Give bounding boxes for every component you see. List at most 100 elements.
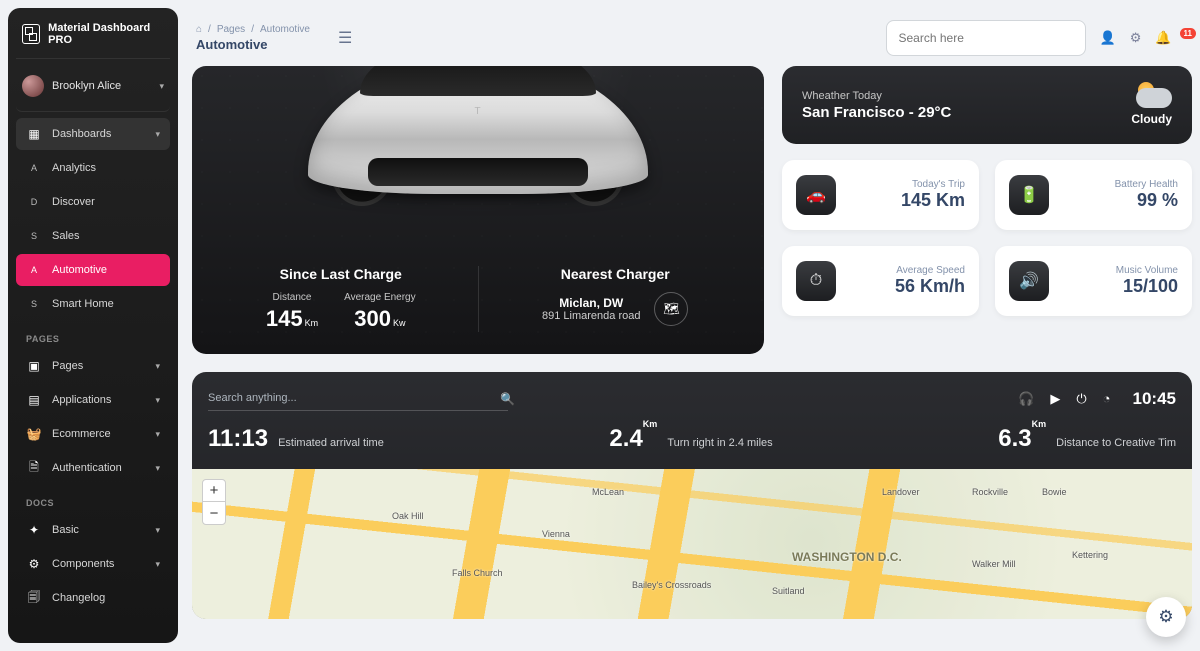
- dist-unit: Km: [1032, 419, 1047, 429]
- topbar: ⌂ / Pages / Automotive Automotive ☰ 👤 ⚙ …: [192, 8, 1192, 62]
- stat-label: Music Volume: [1116, 265, 1178, 276]
- sidebar-item-label: Sales: [52, 230, 160, 242]
- sidebar-item-changelog[interactable]: 🗐 Changelog: [16, 582, 170, 614]
- map-label: Landover: [882, 487, 920, 497]
- navigation-card: 🔍 🎧 ▶ ⏻ ◔ 10:45 11:13 Estimated arrival …: [192, 372, 1192, 619]
- weather-value: San Francisco - 29°C: [802, 104, 951, 121]
- map-label-dc: WASHINGTON D.C.: [792, 550, 902, 564]
- sidebar-item-components[interactable]: ⚙ Components ▾: [16, 548, 170, 580]
- sidebar-item-applications[interactable]: ▤ Applications ▾: [16, 384, 170, 416]
- map-label: Oak Hill: [392, 511, 424, 521]
- home-icon[interactable]: ⌂: [196, 24, 202, 35]
- map-label: McLean: [592, 487, 624, 497]
- sidebar-item-basic[interactable]: ✦ Basic ▾: [16, 514, 170, 546]
- sidebar-item-label: Analytics: [52, 162, 160, 174]
- vehicle-card: T Since Last Charge Distance 145Km Avera…: [192, 66, 764, 354]
- sidebar-item-smart-home[interactable]: S Smart Home: [16, 288, 170, 320]
- map-label: Kettering: [1072, 550, 1108, 560]
- sidebar-item-dashboards[interactable]: ▦ Dashboards ▾: [16, 118, 170, 150]
- right-column: Wheather Today San Francisco - 29°C Clou…: [782, 66, 1192, 354]
- stat-battery: 🔋 Battery Health 99 %: [995, 160, 1192, 230]
- stat-label: Average Speed: [895, 265, 965, 276]
- map[interactable]: + − WASHINGTON D.C. Rockville Oak Hill M…: [192, 469, 1192, 619]
- zoom-out-button[interactable]: −: [203, 502, 225, 524]
- sidebar-item-discover[interactable]: D Discover: [16, 186, 170, 218]
- weather-desc: Cloudy: [1131, 112, 1172, 126]
- sidebar: Material Dashboard PRO Brooklyn Alice ▾ …: [8, 8, 178, 643]
- sidebar-item-automotive[interactable]: A Automotive: [16, 254, 170, 286]
- notifications-icon[interactable]: 🔔11: [1155, 30, 1188, 46]
- image-icon: ▣: [26, 358, 42, 374]
- distance-label: Distance: [266, 292, 318, 303]
- stat-value: 15/100: [1116, 276, 1178, 297]
- chevron-down-icon: ▾: [155, 525, 160, 536]
- search-input[interactable]: [886, 20, 1086, 56]
- energy-unit: Kw: [393, 318, 406, 328]
- chevron-down-icon: ▾: [155, 559, 160, 570]
- search-icon[interactable]: 🔍: [500, 392, 515, 406]
- stat-value: 56 Km/h: [895, 276, 965, 297]
- eta-label: Estimated arrival time: [278, 437, 384, 449]
- weather-label: Wheather Today: [802, 90, 951, 102]
- map-pin-button[interactable]: 🗺: [654, 292, 688, 326]
- weather-icon: [1128, 84, 1172, 110]
- map-label: Vienna: [542, 529, 570, 539]
- weather-card: Wheather Today San Francisco - 29°C Clou…: [782, 66, 1192, 144]
- turn-unit: Km: [643, 419, 658, 429]
- sidebar-item-pages[interactable]: ▣ Pages ▾: [16, 350, 170, 382]
- grid-icon: ▤: [26, 392, 42, 408]
- sidebar-item-label: Smart Home: [52, 298, 160, 310]
- gear-icon: ⚙: [1158, 607, 1173, 627]
- user-name: Brooklyn Alice: [52, 80, 151, 92]
- volume-icon: 🔊: [1009, 261, 1049, 301]
- sidebar-item-authentication[interactable]: 🗎 Authentication ▾: [16, 452, 170, 484]
- brand-row[interactable]: Material Dashboard PRO: [16, 22, 170, 59]
- sidebar-item-label: Discover: [52, 196, 160, 208]
- sidebar-item-sales[interactable]: S Sales: [16, 220, 170, 252]
- map-label: Rockville: [972, 487, 1008, 497]
- turn-value: 2.4: [609, 425, 642, 452]
- user-menu[interactable]: Brooklyn Alice ▾: [16, 69, 170, 112]
- since-charge-title: Since Last Charge: [218, 266, 464, 282]
- chevron-down-icon: ▾: [155, 463, 160, 474]
- stat-volume: 🔊 Music Volume 15/100: [995, 246, 1192, 316]
- zoom-in-button[interactable]: +: [203, 480, 225, 502]
- sidebar-item-label: Automotive: [52, 264, 160, 276]
- sidebar-item-label: Basic: [52, 524, 145, 536]
- distance-value: 145: [266, 306, 303, 331]
- headphones-icon[interactable]: 🎧: [1018, 391, 1034, 407]
- nav-search-input[interactable]: [208, 386, 508, 411]
- car-icon: 🚗: [796, 175, 836, 215]
- stat-value: 145 Km: [901, 190, 965, 211]
- clock-icon[interactable]: ◔: [1103, 391, 1111, 406]
- chevron-down-icon: ▾: [155, 129, 160, 140]
- menu-toggle-icon[interactable]: ☰: [338, 28, 352, 48]
- topbar-actions: 👤 ⚙ 🔔11: [1100, 30, 1189, 46]
- map-icon: 🗺: [663, 301, 680, 317]
- sidebar-item-ecommerce[interactable]: 🧺 Ecommerce ▾: [16, 418, 170, 450]
- breadcrumb: ⌂ / Pages / Automotive Automotive: [196, 24, 310, 52]
- play-icon[interactable]: ▶: [1050, 391, 1060, 407]
- turn-label: Turn right in 2.4 miles: [667, 437, 772, 449]
- crumb-pages[interactable]: Pages: [217, 24, 245, 35]
- main: ⌂ / Pages / Automotive Automotive ☰ 👤 ⚙ …: [192, 8, 1192, 651]
- section-title-docs: DOCS: [26, 498, 160, 508]
- power-icon[interactable]: ⏻: [1076, 391, 1086, 407]
- sidebar-item-analytics[interactable]: A Analytics: [16, 152, 170, 184]
- sidebar-item-label: Ecommerce: [52, 428, 145, 440]
- map-label: Bailey's Crossroads: [632, 580, 711, 590]
- chevron-down-icon: ▾: [155, 395, 160, 406]
- distance-unit: Km: [305, 318, 319, 328]
- account-icon[interactable]: 👤: [1100, 30, 1116, 46]
- map-label: Bowie: [1042, 487, 1067, 497]
- rocket-icon: ✦: [26, 522, 42, 538]
- settings-fab[interactable]: ⚙: [1146, 597, 1186, 637]
- letter-icon: A: [26, 262, 42, 278]
- sidebar-item-label: Applications: [52, 394, 145, 406]
- sidebar-item-label: Dashboards: [52, 128, 145, 140]
- settings-icon[interactable]: ⚙: [1130, 30, 1142, 46]
- sidebar-item-label: Authentication: [52, 462, 145, 474]
- clock-time: 10:45: [1133, 389, 1176, 409]
- map-label: Suitland: [772, 586, 805, 596]
- energy-value: 300: [354, 306, 391, 331]
